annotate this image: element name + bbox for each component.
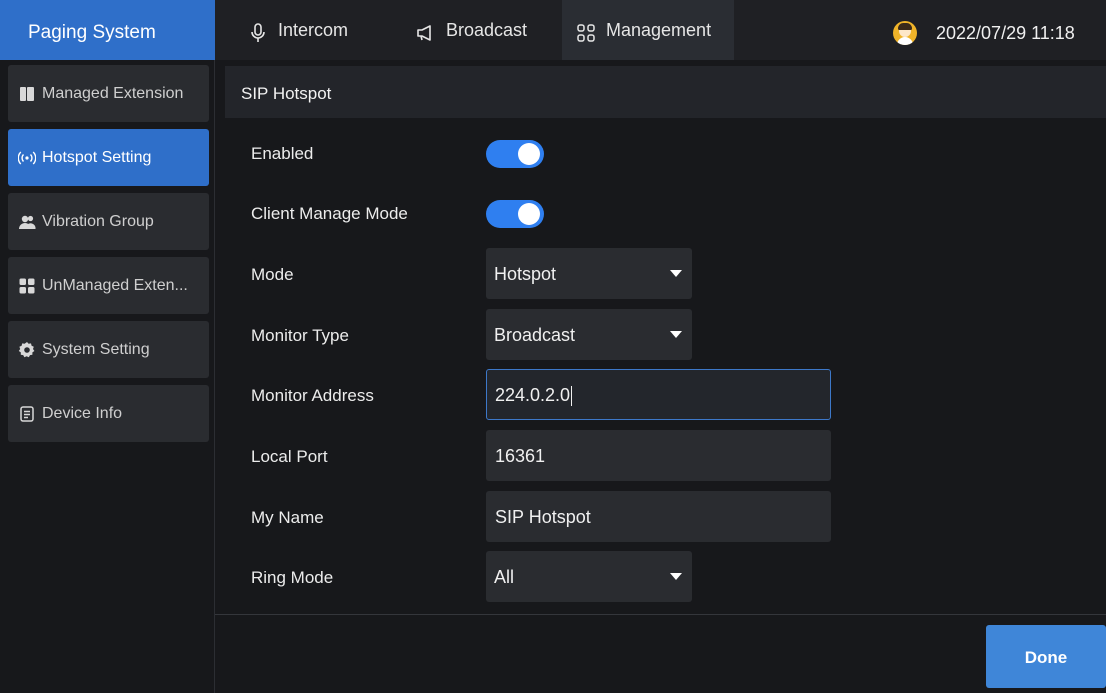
chevron-down-icon [670, 573, 682, 580]
tab-management-label: Management [606, 20, 712, 40]
mode-select[interactable]: Hotspot [486, 248, 692, 299]
top-bar: Paging System Intercom Broadcast Managem… [0, 0, 1106, 60]
monitor-type-select-value: Broadcast [494, 325, 576, 345]
tab-management[interactable]: Management [562, 0, 734, 60]
sidebar-item-label: System Setting [42, 340, 150, 358]
megaphone-icon [416, 23, 436, 43]
ring-mode-select[interactable]: All [486, 551, 692, 602]
toggle-knob [518, 203, 540, 225]
sidebar-item-managed-extension[interactable]: Managed Extension [8, 65, 209, 122]
toggle-knob [518, 143, 540, 165]
text-cursor [571, 386, 573, 407]
sidebar-item-label: Hotspot Setting [42, 148, 152, 166]
hotspot-icon [18, 149, 36, 167]
book-icon [18, 85, 36, 103]
mode-label: Mode [251, 265, 294, 284]
enabled-label: Enabled [251, 144, 314, 163]
my-name-input[interactable]: SIP Hotspot [486, 491, 831, 542]
mode-select-value: Hotspot [494, 264, 557, 284]
document-icon [18, 405, 36, 423]
local-port-input[interactable]: 16361 [486, 430, 831, 481]
ring-mode-label: Ring Mode [251, 568, 334, 587]
chevron-down-icon [670, 270, 682, 277]
sidebar-item-label: Vibration Group [42, 212, 154, 230]
gear-icon [18, 341, 36, 359]
my-name-value: SIP Hotspot [495, 507, 591, 527]
local-port-label: Local Port [251, 447, 328, 466]
tab-broadcast[interactable]: Broadcast [402, 0, 557, 60]
avatar[interactable] [893, 21, 917, 45]
footer-divider [215, 614, 1106, 615]
ring-mode-select-value: All [494, 567, 515, 587]
client-manage-mode-label: Client Manage Mode [251, 204, 408, 223]
datetime: 2022/07/29 11:18 [936, 23, 1075, 43]
monitor-type-select[interactable]: Broadcast [486, 309, 692, 360]
sidebar-item-hotspot-setting[interactable]: Hotspot Setting [8, 129, 209, 186]
sidebar-item-unmanaged-extension[interactable]: UnManaged Exten... [8, 257, 209, 314]
client-manage-mode-toggle[interactable] [486, 200, 544, 228]
tab-intercom-label: Intercom [278, 20, 349, 40]
monitor-address-value: 224.0.2.0 [495, 385, 571, 405]
done-button[interactable]: Done [986, 625, 1106, 688]
monitor-type-label: Monitor Type [251, 326, 349, 345]
enabled-toggle[interactable] [486, 140, 544, 168]
sidebar-item-device-info[interactable]: Device Info [8, 385, 209, 442]
grid-icon [576, 23, 596, 43]
tab-broadcast-label: Broadcast [446, 20, 528, 40]
sidebar-item-system-setting[interactable]: System Setting [8, 321, 209, 378]
my-name-label: My Name [251, 508, 324, 527]
sidebar-item-vibration-group[interactable]: Vibration Group [8, 193, 209, 250]
app-title: Paging System [0, 0, 215, 60]
microphone-icon [248, 23, 268, 43]
section-title: SIP Hotspot [225, 66, 1106, 118]
tab-intercom[interactable]: Intercom [234, 0, 394, 60]
sidebar-item-label: Device Info [42, 404, 123, 422]
monitor-address-label: Monitor Address [251, 386, 374, 405]
apps-icon [18, 277, 36, 295]
chevron-down-icon [670, 331, 682, 338]
monitor-address-input[interactable]: 224.0.2.0 [486, 369, 831, 420]
local-port-value: 16361 [495, 446, 546, 466]
sidebar-divider [214, 60, 215, 693]
sidebar-item-label: Managed Extension [42, 84, 184, 102]
group-icon [18, 213, 36, 231]
sidebar-item-label: UnManaged Exten... [42, 276, 188, 294]
